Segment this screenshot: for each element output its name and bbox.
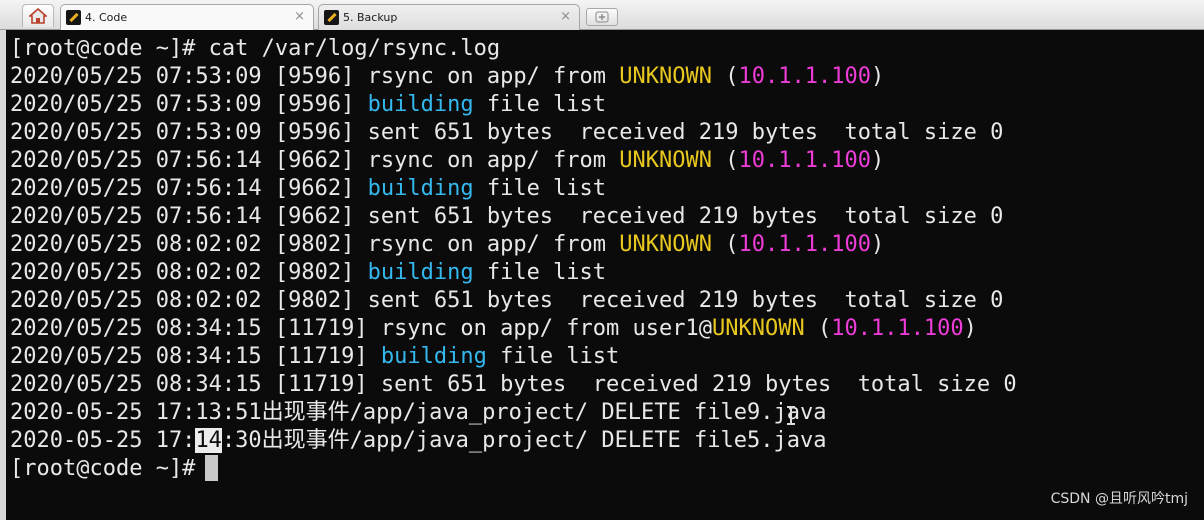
log-text: 2020/05/25 07:56:14 [9662]	[10, 176, 368, 201]
log-text: )	[963, 316, 977, 341]
home-icon	[29, 8, 47, 24]
terminal-line: 2020/05/25 08:34:15 [11719] building fil…	[10, 343, 1200, 371]
tab-close-button[interactable]: ×	[560, 9, 571, 25]
log-text: 2020/05/25 07:53:09 [9596]	[10, 92, 368, 117]
new-tab-button[interactable]	[586, 8, 618, 26]
ip-text: 10.1.1.100	[738, 148, 871, 173]
ip-text: 10.1.1.100	[738, 64, 871, 89]
terminal-output[interactable]: [root@code ~]# cat /var/log/rsync.log 20…	[10, 35, 1200, 495]
log-text: 2020/05/25 08:34:15 [11719] rsync on app…	[10, 316, 712, 341]
wrench-icon	[66, 10, 81, 25]
log-text: file list	[473, 92, 607, 117]
log-text: 2020/05/25 08:02:02 [9802] sent 651 byte…	[10, 288, 1004, 313]
terminal-line: 2020/05/25 07:53:09 [9596] building file…	[10, 91, 1200, 119]
log-text: (	[712, 148, 739, 173]
watermark: CSDN @且听风吟tmj	[1050, 491, 1188, 507]
log-text: )	[870, 232, 885, 257]
command-text: [root@code ~]# cat /var/log/rsync.log	[10, 36, 501, 61]
terminal-line: 2020/05/25 07:56:14 [9662] building file…	[10, 175, 1200, 203]
terminal-line: 2020/05/25 08:02:02 [9802] building file…	[10, 259, 1200, 287]
log-text: 2020/05/25 07:56:14 [9662] rsync on app/…	[10, 148, 620, 173]
user-text: UNKNOWN	[619, 148, 712, 173]
tab-close-button[interactable]: ×	[294, 9, 305, 25]
prompt-text: [root@code ~]#	[10, 456, 196, 481]
log-text: 2020/05/25 08:34:15 [11719] sent 651 byt…	[10, 372, 1017, 397]
log-text: 2020/05/25 08:02:02 [9802] rsync on app/…	[10, 232, 620, 257]
terminal-line: 2020/05/25 08:34:15 [11719] sent 651 byt…	[10, 371, 1200, 399]
log-text: (	[712, 232, 739, 257]
terminal-line: [root@code ~]# cat /var/log/rsync.log	[10, 35, 1200, 63]
ip-text: 10.1.1.100	[831, 316, 964, 341]
event-text: :30出现事件/app/java_project/ DELETE file5.j…	[221, 428, 827, 453]
user-text: UNKNOWN	[619, 64, 712, 89]
keyword-text: building	[367, 176, 474, 201]
log-text: file list	[473, 176, 607, 201]
log-text: (	[712, 64, 739, 89]
wrench-icon	[324, 10, 339, 25]
keyword-text: building	[380, 344, 487, 369]
log-text: )	[870, 64, 885, 89]
log-text: 2020/05/25 08:02:02 [9802]	[10, 260, 368, 285]
user-text: UNKNOWN	[619, 232, 712, 257]
terminal-line: 2020/05/25 08:02:02 [9802] rsync on app/…	[10, 231, 1200, 259]
log-text: (	[804, 316, 832, 341]
event-text: 2020-05-25 17:	[10, 428, 196, 453]
selected-text: 14	[195, 428, 222, 453]
tab-label: 5. Backup	[343, 11, 398, 24]
log-text: )	[870, 148, 885, 173]
tab-bar: 4. Code × 5. Backup ×	[0, 0, 1204, 30]
terminal-line: 2020-05-25 17:13:51出现事件/app/java_project…	[10, 399, 1200, 427]
terminal-line: 2020/05/25 07:56:14 [9662] sent 651 byte…	[10, 203, 1200, 231]
user-text: UNKNOWN	[712, 316, 805, 341]
log-text: 2020/05/25 07:53:09 [9596] rsync on app/…	[10, 64, 620, 89]
tab-code[interactable]: 4. Code ×	[60, 4, 314, 30]
terminal-line: 2020/05/25 07:56:14 [9662] rsync on app/…	[10, 147, 1200, 175]
log-text: 2020/05/25 08:34:15 [11719]	[10, 344, 381, 369]
home-button[interactable]	[22, 4, 54, 27]
event-text: 2020-05-25 17:13:51出现事件/app/java_project…	[10, 400, 827, 425]
log-text: 2020/05/25 07:56:14 [9662] sent 651 byte…	[10, 204, 1004, 229]
terminal-line: [root@code ~]#	[10, 455, 1200, 483]
log-text: file list	[473, 260, 607, 285]
keyword-text: building	[367, 260, 474, 285]
window-left-edge	[0, 30, 6, 520]
tab-backup[interactable]: 5. Backup ×	[318, 4, 580, 30]
ip-text: 10.1.1.100	[738, 232, 871, 257]
terminal-line: 2020-05-25 17:14:30出现事件/app/java_project…	[10, 427, 1200, 455]
text-cursor	[205, 455, 219, 481]
plus-icon	[595, 11, 609, 23]
tab-label: 4. Code	[85, 11, 128, 24]
terminal-line: 2020/05/25 08:34:15 [11719] rsync on app…	[10, 315, 1200, 343]
keyword-text: building	[367, 92, 474, 117]
terminal-line: 2020/05/25 08:02:02 [9802] sent 651 byte…	[10, 287, 1200, 315]
log-text: file list	[486, 344, 620, 369]
log-text: 2020/05/25 07:53:09 [9596] sent 651 byte…	[10, 120, 1004, 145]
ibeam-cursor-icon	[787, 405, 795, 425]
terminal-line: 2020/05/25 07:53:09 [9596] rsync on app/…	[10, 63, 1200, 91]
terminal-line: 2020/05/25 07:53:09 [9596] sent 651 byte…	[10, 119, 1200, 147]
